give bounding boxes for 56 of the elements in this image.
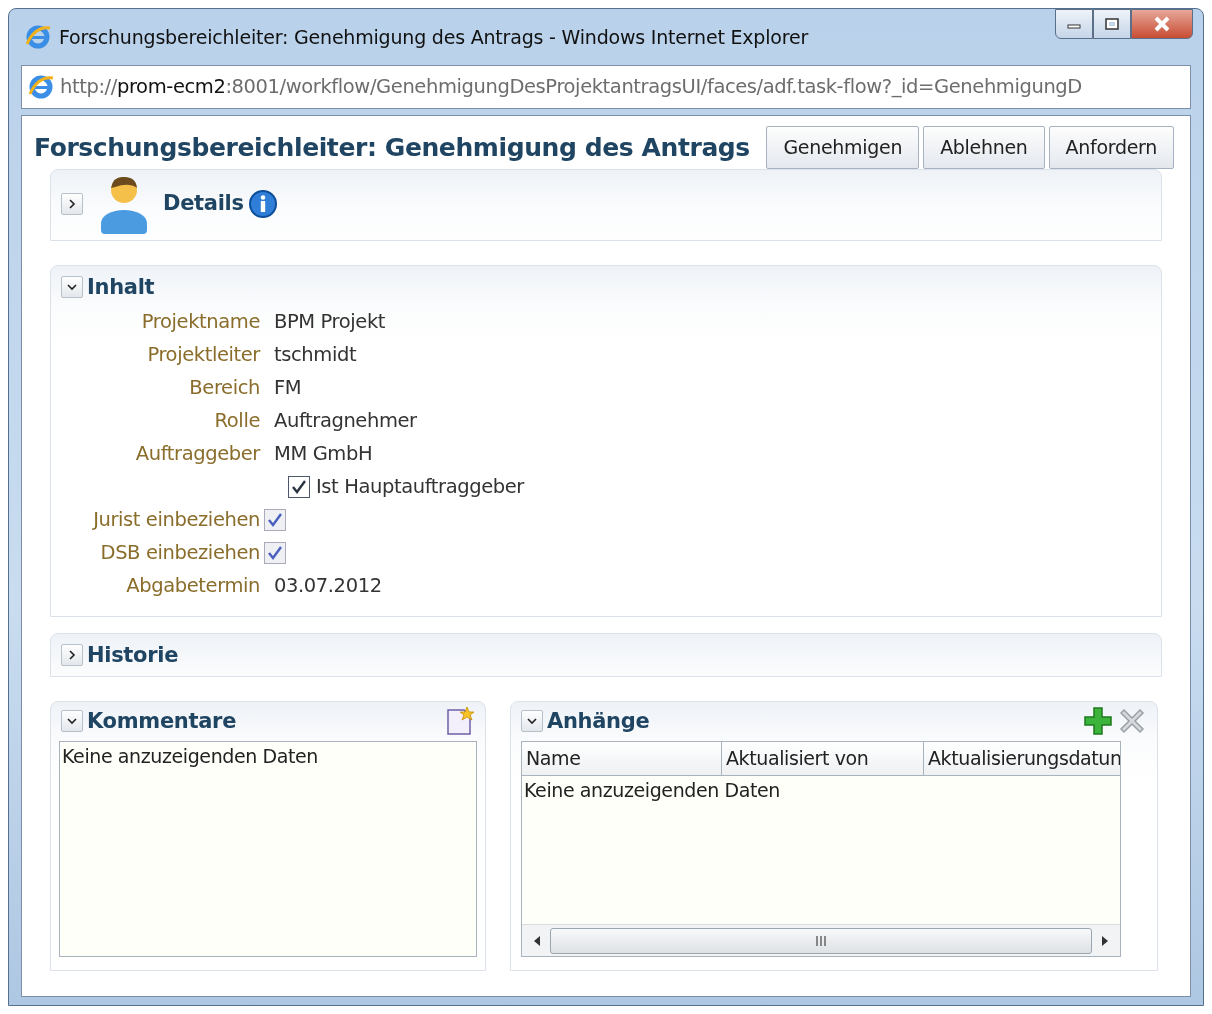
check-icon xyxy=(291,478,307,495)
expand-toggle[interactable] xyxy=(61,644,83,667)
action-button[interactable]: Anfordern xyxy=(1048,126,1174,169)
column-header[interactable]: Name xyxy=(522,742,722,775)
new-note-icon[interactable] xyxy=(445,706,475,737)
action-button[interactable]: Genehmigen xyxy=(766,126,920,169)
browser-logo-icon xyxy=(25,24,51,50)
collapse-toggle[interactable] xyxy=(61,710,83,733)
field-value: 03.07.2012 xyxy=(274,572,382,599)
action-button[interactable]: Ablehnen xyxy=(923,126,1045,169)
chevron-right-icon xyxy=(66,649,78,662)
minimize-button[interactable] xyxy=(1055,9,1093,39)
field-label: Rolle xyxy=(213,407,260,434)
field-value: BPM Projekt xyxy=(274,308,386,335)
close-button[interactable] xyxy=(1131,9,1193,39)
field-label: Projektleiter xyxy=(146,341,260,368)
expand-toggle[interactable] xyxy=(61,192,83,215)
empty-message: Keine anzuzeigenden Daten xyxy=(523,777,781,803)
empty-message: Keine anzuzeigenden Daten xyxy=(62,744,319,769)
section-title: Kommentare xyxy=(87,707,237,735)
collapse-toggle[interactable] xyxy=(521,710,543,733)
field-value: MM GmbH xyxy=(274,440,373,467)
field-label: Projektname xyxy=(140,308,260,335)
chevron-right-icon xyxy=(66,197,78,210)
field-label: Abgabetermin xyxy=(125,572,260,599)
field-label: Jurist einbeziehen xyxy=(91,506,260,533)
checkbox-label: Ist Hauptauftraggeber xyxy=(316,473,524,500)
page-title: Forschungsbereichleiter: Genehmigung des Antrags xyxy=(34,131,750,164)
collapse-toggle[interactable] xyxy=(61,276,83,299)
scroll-left-icon[interactable] xyxy=(532,934,542,947)
field-value: FM xyxy=(274,374,302,401)
info-icon[interactable] xyxy=(247,188,278,219)
address-field[interactable]: http://prom-ecm2:8001/workflow/GenehmigungDesProjektantragsUI/faces/adf.task-flow?_id=GenehmigungD xyxy=(21,65,1191,109)
grip-icon xyxy=(815,935,827,946)
field-value: tschmidt xyxy=(274,341,357,368)
section-title: Inhalt xyxy=(87,273,155,301)
add-icon[interactable] xyxy=(1083,706,1113,737)
field-label: Auftraggeber xyxy=(134,440,260,467)
field-label: Bereich xyxy=(188,374,260,401)
scroll-thumb[interactable] xyxy=(550,927,1092,954)
column-header[interactable]: Aktualisierungsdatun xyxy=(924,742,1120,775)
field-value: Auftragnehmer xyxy=(274,407,417,434)
field-label: DSB einbeziehen xyxy=(99,539,260,566)
section-title: Details xyxy=(163,189,244,217)
restore-icon xyxy=(1104,17,1120,31)
close-icon xyxy=(1153,16,1171,32)
scroll-right-icon[interactable] xyxy=(1100,934,1110,947)
section-title: Anhänge xyxy=(547,707,650,735)
horizontal-scrollbar[interactable] xyxy=(522,924,1120,956)
address-text: http://prom-ecm2:8001/workflow/GenehmigungDesProjektantragsUI/faces/adf.task-flow?_id=GenehmigungD xyxy=(60,74,1082,101)
window-title: Forschungsbereichleiter: Genehmigung des Antrags - Windows Internet Explorer xyxy=(59,24,808,50)
maximize-button[interactable] xyxy=(1093,9,1131,39)
column-header[interactable]: Aktualisiert von xyxy=(722,742,924,775)
browser-logo-icon xyxy=(28,74,54,100)
section-title: Historie xyxy=(87,641,179,669)
checkbox[interactable] xyxy=(288,475,310,498)
